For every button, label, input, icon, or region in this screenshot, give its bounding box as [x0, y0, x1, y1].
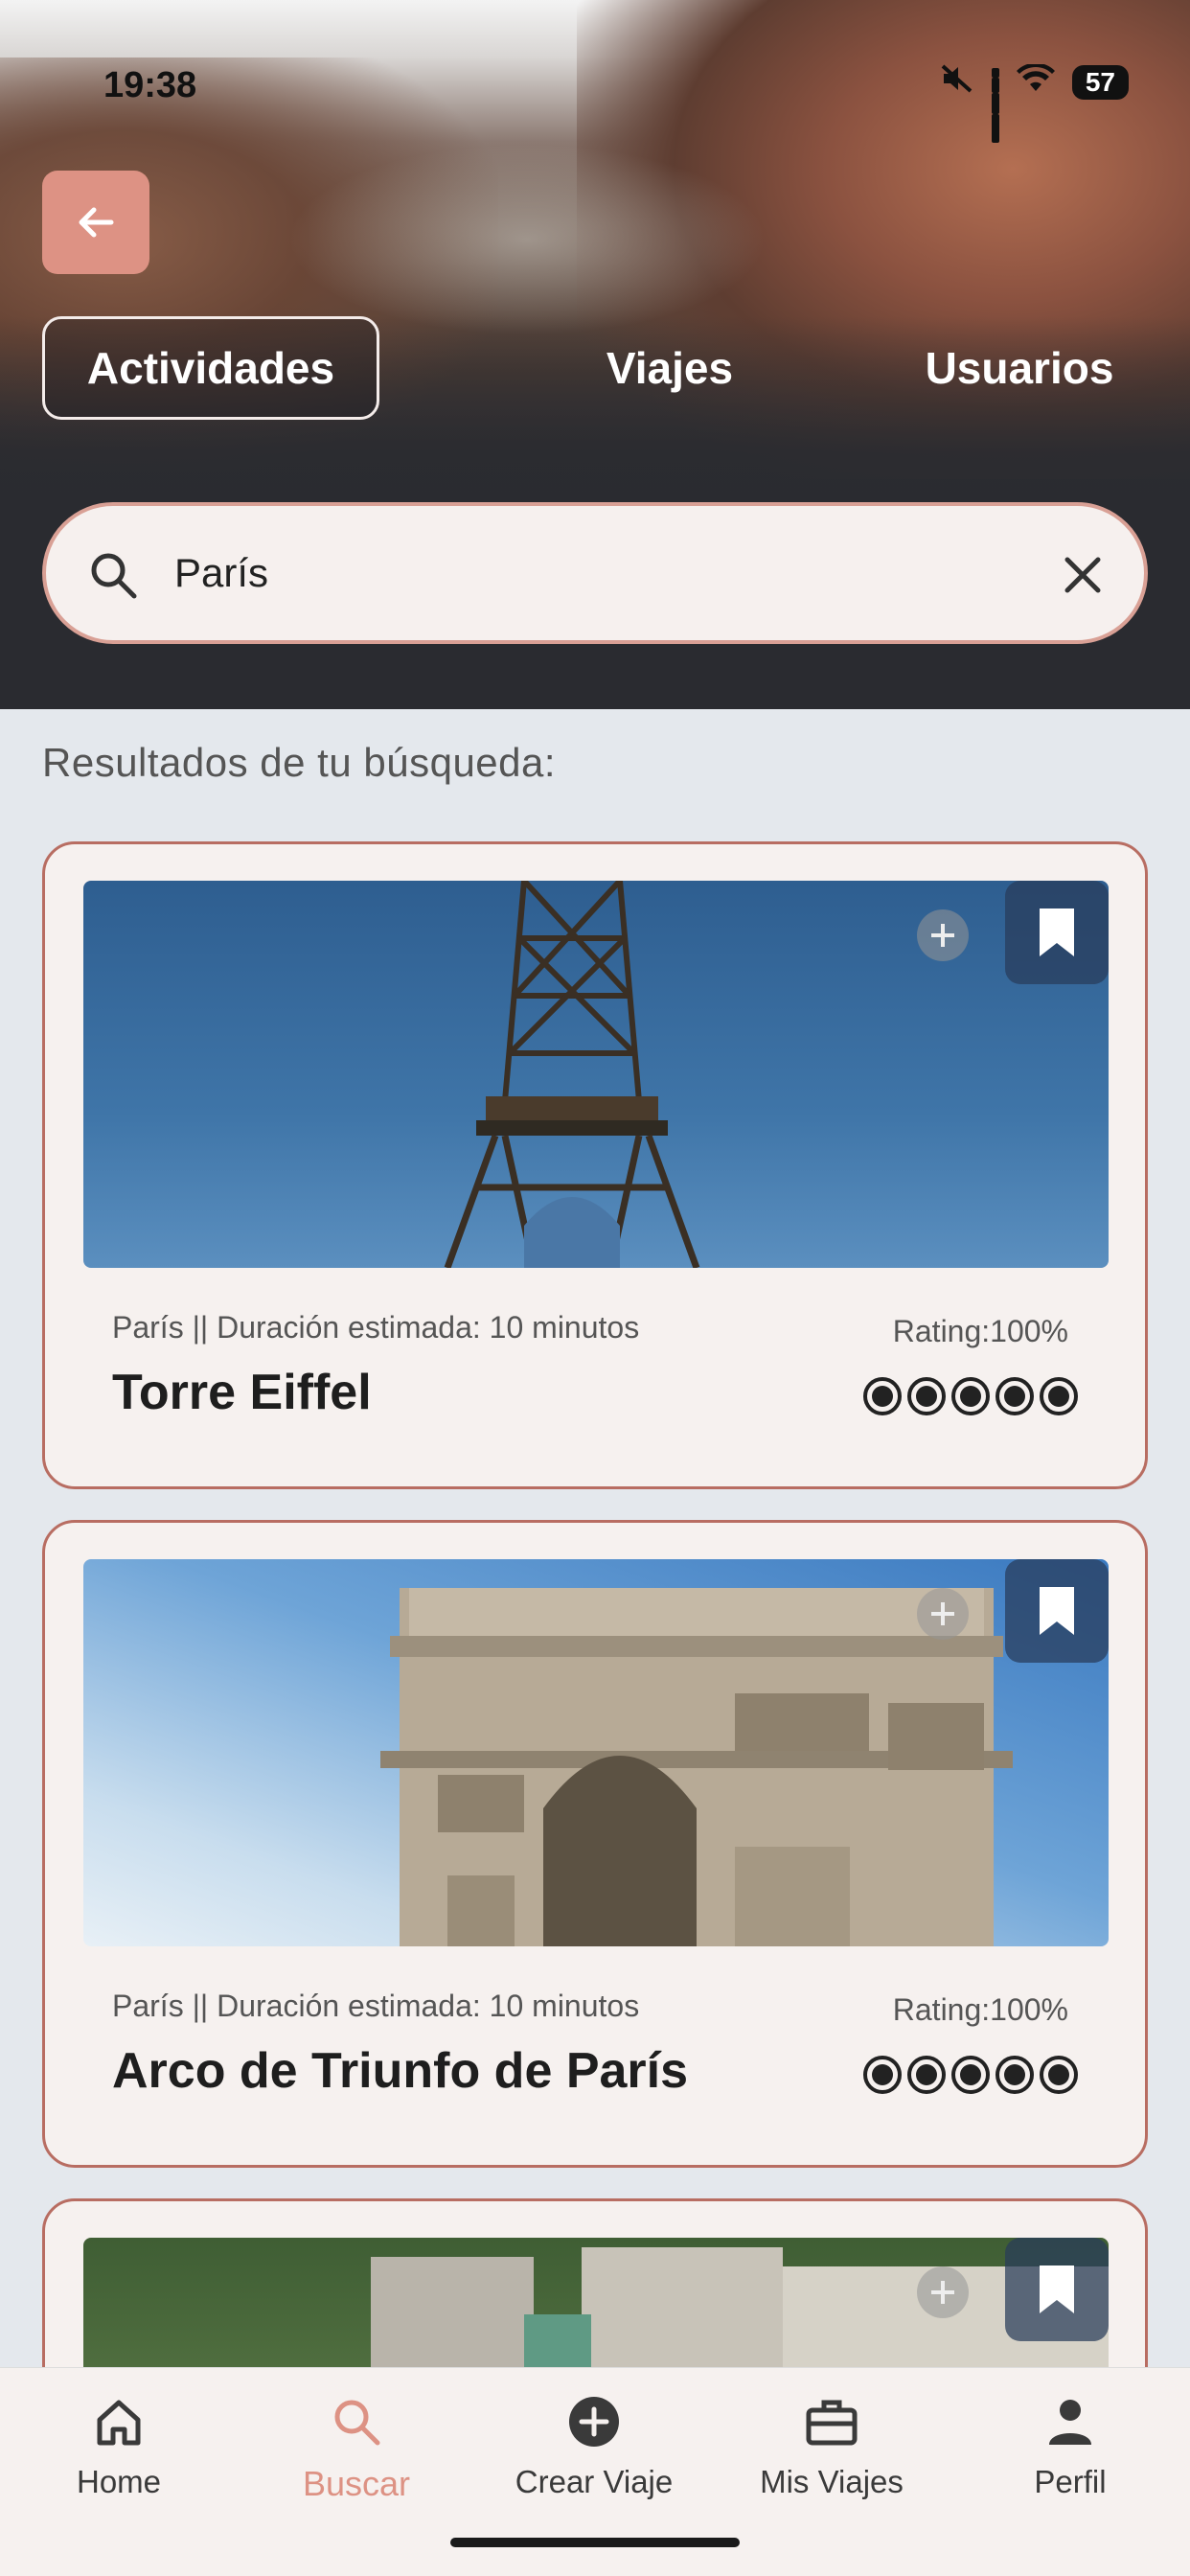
back-button[interactable]: [42, 171, 149, 274]
bookmark-icon: [1040, 908, 1074, 956]
rating-dot-icon: [907, 1377, 946, 1415]
activity-image: [83, 1559, 1109, 1946]
rating-dot-icon: [1040, 1377, 1078, 1415]
tab-viajes[interactable]: Viajes: [521, 316, 818, 420]
nav-crear-viaje[interactable]: Crear Viaje: [475, 2393, 713, 2527]
bookmark-icon: [1040, 1587, 1074, 1635]
activity-card[interactable]: París || Duración estimada: 10 minutos T…: [42, 841, 1148, 1489]
nav-home[interactable]: Home: [0, 2393, 238, 2527]
plus-icon: [931, 1602, 954, 1625]
rating-dot-icon: [995, 2056, 1034, 2094]
activity-rating: Rating:100%: [892, 1314, 1068, 1348]
activity-image: [83, 881, 1109, 1268]
status-icons: 57: [940, 62, 1129, 143]
home-indicator[interactable]: [450, 2538, 740, 2547]
plus-icon: [931, 924, 954, 947]
add-to-trip-button[interactable]: [917, 1588, 969, 1640]
home-icon: [97, 2400, 141, 2446]
results-heading: Resultados de tu búsqueda:: [42, 740, 557, 785]
rating-stars: [863, 1377, 1078, 1415]
rating-stars: [863, 2056, 1078, 2094]
bookmark-button[interactable]: [1005, 881, 1109, 984]
nav-label: Home: [76, 2464, 162, 2499]
search-input[interactable]: [174, 535, 989, 611]
activity-meta: París || Duración estimada: 10 minutos: [112, 1989, 640, 2023]
hero-mist: [287, 144, 767, 335]
activity-meta: París || Duración estimada: 10 minutos: [112, 1310, 640, 1345]
bookmark-button[interactable]: [1005, 1559, 1109, 1663]
bookmark-icon: [1040, 2266, 1074, 2313]
briefcase-icon: [806, 2400, 858, 2446]
battery-indicator: 57: [1071, 65, 1129, 100]
nav-perfil[interactable]: Perfil: [950, 2393, 1190, 2527]
person-icon: [1049, 2400, 1091, 2445]
tab-usuarios[interactable]: Usuarios: [885, 316, 1154, 420]
nav-mis-viajes[interactable]: Mis Viajes: [713, 2393, 950, 2527]
add-to-trip-button[interactable]: [917, 2266, 969, 2318]
plus-icon: [931, 2281, 954, 2304]
rating-dot-icon: [863, 1377, 902, 1415]
activity-title: Arco de Triunfo de París: [112, 2043, 689, 2099]
mute-icon: [940, 63, 974, 102]
signal-icon: [991, 68, 999, 143]
nav-label: Crear Viaje: [515, 2464, 674, 2499]
search-bar: [42, 502, 1148, 644]
rating-dot-icon: [951, 2056, 990, 2094]
search-icon: [334, 2400, 380, 2446]
nav-label: Perfil: [1034, 2464, 1107, 2499]
rating-dot-icon: [907, 2056, 946, 2094]
close-icon[interactable]: [1056, 548, 1110, 602]
activity-rating: Rating:100%: [892, 1992, 1068, 2027]
nav-label: Buscar: [302, 2464, 411, 2503]
status-time: 19:38: [103, 65, 197, 105]
rating-dot-icon: [951, 1377, 990, 1415]
activity-card[interactable]: París || Duración estimada: 10 minutos A…: [42, 1520, 1148, 2168]
tab-actividades[interactable]: Actividades: [42, 316, 379, 420]
nav-label: Mis Viajes: [760, 2464, 904, 2499]
wifi-icon: [1016, 62, 1055, 101]
bookmark-button[interactable]: [1005, 2238, 1109, 2341]
add-to-trip-button[interactable]: [917, 909, 969, 961]
add-circle-icon: [569, 2397, 619, 2447]
rating-dot-icon: [1040, 2056, 1078, 2094]
rating-dot-icon: [863, 2056, 902, 2094]
search-icon: [91, 553, 137, 599]
nav-buscar[interactable]: Buscar: [238, 2393, 475, 2527]
activity-title: Torre Eiffel: [112, 1365, 372, 1420]
arrow-left-icon: [79, 207, 114, 238]
tab-bar: Actividades Viajes Usuarios: [42, 316, 1154, 422]
rating-dot-icon: [995, 1377, 1034, 1415]
